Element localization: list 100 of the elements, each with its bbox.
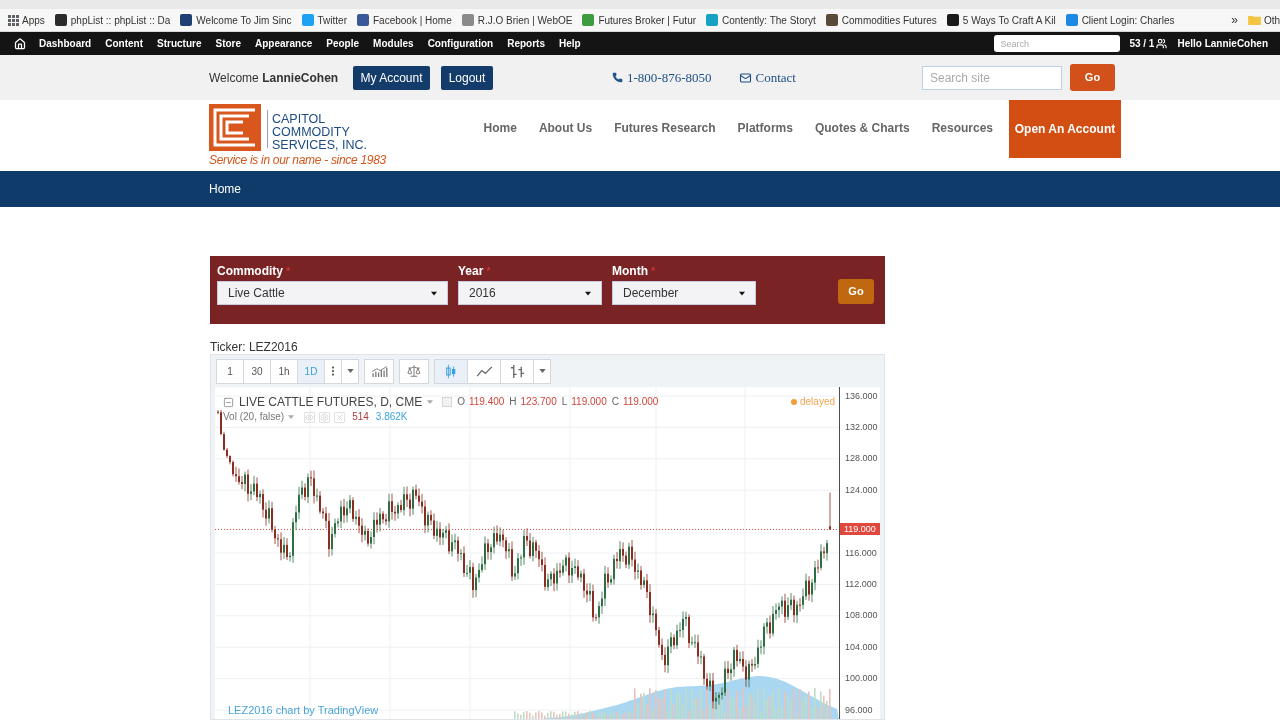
dropdown-select[interactable]: Live Cattle: [217, 281, 448, 305]
field-label: Year: [458, 263, 484, 279]
site-search-field[interactable]: Search site: [922, 65, 1062, 90]
account-button[interactable]: Logout: [441, 65, 493, 90]
bookmark[interactable]: Commodities Futures: [823, 10, 939, 30]
admin-menu-item[interactable]: Store: [208, 36, 249, 51]
welcome-text: Welcome LannieCohen: [209, 69, 340, 87]
price-axis-label: 132.000: [845, 421, 878, 433]
bookmark[interactable]: Facebook | Home: [355, 10, 454, 30]
required-mark: *: [486, 265, 491, 277]
apps-button[interactable]: Apps: [6, 10, 47, 30]
caret-icon: [538, 369, 546, 373]
people-icon: [1156, 38, 1168, 49]
bookmark[interactable]: Welcome To Jim Sinc: [178, 10, 294, 30]
dropdown-button[interactable]: [533, 358, 551, 384]
bar-chart-icon: [509, 363, 525, 379]
line-chart-icon: [475, 365, 493, 377]
other-bookmarks-button[interactable]: Oth: [1241, 12, 1280, 28]
nav-link[interactable]: Home: [472, 119, 528, 137]
favicon-icon: [706, 14, 719, 26]
nav-link[interactable]: About Us: [527, 119, 604, 137]
interval-button[interactable]: 1h: [270, 358, 298, 384]
caret-icon: [431, 290, 437, 296]
bookmark[interactable]: Client Login: Charles: [1063, 10, 1177, 30]
price-axis-label: 136.000: [845, 390, 878, 402]
compare-button[interactable]: [399, 358, 429, 384]
account-button[interactable]: My Account: [353, 65, 430, 90]
company-name: CAPITOL COMMODITY SERVICES, INC.: [272, 113, 367, 152]
breadcrumb-link[interactable]: Home: [209, 180, 241, 198]
dropdown-select[interactable]: 2016: [458, 281, 602, 305]
phone-icon: [612, 72, 623, 83]
admin-menu-item[interactable]: Configuration: [420, 36, 501, 51]
admin-menu-item[interactable]: People: [319, 36, 367, 51]
caret-icon: [585, 290, 591, 296]
go-button[interactable]: Go: [838, 279, 874, 304]
favicon-icon: [461, 14, 474, 26]
favicon-icon: [1065, 14, 1078, 26]
price-axis-label: 128.000: [845, 453, 878, 465]
admin-menu-item[interactable]: Appearance: [248, 36, 320, 51]
dropdown-select[interactable]: December: [612, 281, 756, 305]
bookmark[interactable]: Twitter: [299, 10, 349, 30]
price-axis-label: 96.000: [845, 704, 873, 716]
favicon-icon: [357, 14, 369, 26]
field-label: Commodity: [217, 263, 283, 279]
greeting-text: Hello LannieCohen: [1177, 37, 1268, 51]
required-mark: *: [651, 265, 656, 277]
chart-style-button[interactable]: [434, 358, 468, 384]
ticker-text: Ticker: LEZ2016: [210, 340, 299, 354]
nav-link[interactable]: Futures Research: [603, 119, 727, 137]
bookmark[interactable]: phpList :: phpList :: Da: [52, 10, 173, 30]
status-text: delayed: [799, 396, 835, 408]
caret-icon: [427, 400, 434, 404]
volume-value: 514: [352, 411, 369, 423]
favicon-icon: [54, 14, 67, 26]
favicon-icon: [825, 14, 838, 26]
nav-link[interactable]: Platforms: [726, 119, 804, 137]
interval-button[interactable]: 30: [243, 358, 271, 384]
open-account-button[interactable]: Open An Account: [1009, 100, 1121, 158]
home-icon[interactable]: [14, 37, 26, 50]
admin-menu-item[interactable]: Content: [98, 36, 150, 51]
contact-link[interactable]: Contact: [738, 67, 796, 88]
admin-menu-item[interactable]: Structure: [150, 36, 209, 51]
bookmark[interactable]: Futures Broker | Futur: [580, 10, 699, 30]
volume-title: Vol (20, false): [223, 411, 285, 423]
bookmark[interactable]: 5 Ways To Craft A Kil: [944, 10, 1058, 30]
status-dot-icon: [790, 399, 797, 405]
ohlc-value: 119.000: [571, 396, 607, 408]
interval-button[interactable]: 1: [216, 358, 244, 384]
phone-link[interactable]: 1-800-876-8050: [612, 67, 712, 88]
admin-search-field[interactable]: Search: [994, 35, 1121, 52]
nav-link[interactable]: Resources: [920, 119, 1004, 137]
last-price-label: 119.000: [840, 523, 880, 536]
caret-icon: [346, 369, 354, 373]
ohlc-label: O: [457, 396, 465, 408]
chart-style-button[interactable]: [467, 358, 501, 384]
admin-menu-item[interactable]: Dashboard: [32, 36, 99, 51]
admin-menu-item[interactable]: Reports: [500, 36, 552, 51]
nav-link[interactable]: Quotes & Charts: [803, 119, 921, 137]
bookmarks-overflow-button[interactable]: »: [1227, 13, 1242, 27]
more-button[interactable]: [324, 358, 342, 384]
price-axis-label: 124.000: [845, 484, 878, 496]
ohlc-value: 119.400: [468, 396, 505, 408]
admin-menu-item[interactable]: Help: [552, 36, 588, 51]
indicators-button[interactable]: [364, 358, 394, 384]
field-label: Month: [612, 263, 648, 279]
search-go-button[interactable]: Go: [1070, 64, 1115, 91]
price-axis-label: 108.000: [845, 610, 878, 622]
logo-icon: [209, 104, 261, 151]
favicon-icon: [180, 14, 193, 26]
bookmark[interactable]: Contently: The Storyt: [704, 10, 818, 30]
admin-menu-item[interactable]: Modules: [366, 36, 421, 51]
ohlc-label: C: [611, 396, 619, 408]
dropdown-button[interactable]: [341, 358, 359, 384]
logo-tagline: Service is in our name - since 1983: [209, 153, 386, 168]
bookmark[interactable]: R.J.O Brien | WebOE: [459, 10, 575, 30]
chart-style-button[interactable]: [500, 358, 534, 384]
favicon-icon: [301, 14, 314, 26]
envelope-icon: [738, 71, 752, 84]
apps-grid-icon: [8, 14, 19, 26]
collapse-icon[interactable]: [223, 396, 234, 408]
